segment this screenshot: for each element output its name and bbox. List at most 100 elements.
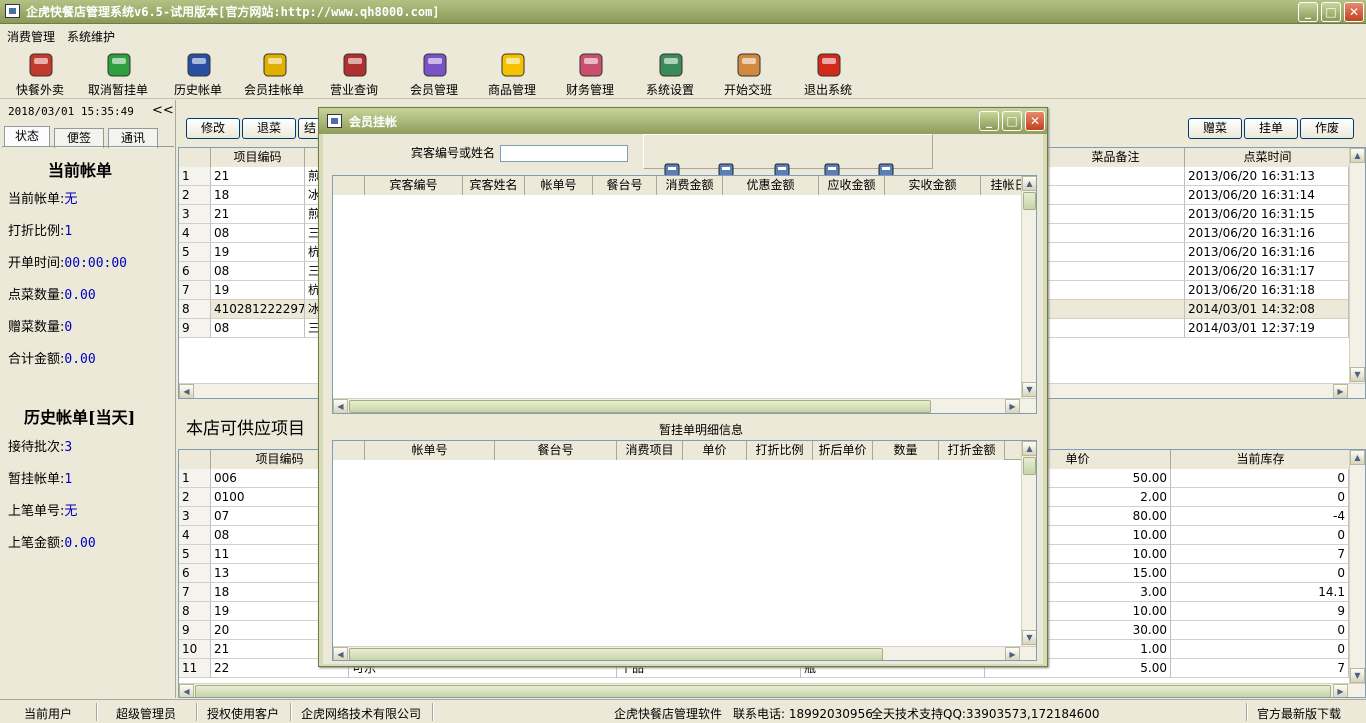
col-grid1_headers-2[interactable]: 帐单号 <box>525 176 593 195</box>
detail-grid-hscroll[interactable]: ◀ ▶ <box>333 646 1036 660</box>
status-download-link[interactable]: 官方最新版下载 <box>1257 705 1341 722</box>
col-grid2_headers-6[interactable]: 数量 <box>873 441 939 460</box>
toolbar-button-2[interactable]: 历史帐单 <box>160 49 236 97</box>
order-row-time[interactable]: 2014/03/01 12:37:19 <box>1185 319 1349 338</box>
order-row-time[interactable]: 2013/06/20 16:31:13 <box>1185 167 1349 186</box>
collapse-button[interactable]: << <box>152 103 174 118</box>
col-grid2_headers-7[interactable]: 打折金额 <box>939 441 1005 460</box>
guest-search-input[interactable] <box>500 145 628 162</box>
order-row-code[interactable]: 21 <box>211 167 305 186</box>
order-row-note[interactable] <box>1047 243 1185 262</box>
order-row-code[interactable]: 18 <box>211 186 305 205</box>
order-row-code[interactable]: 08 <box>211 224 305 243</box>
toolbar-button-4[interactable]: 营业查询 <box>316 49 392 97</box>
minimize-button[interactable]: _ <box>1298 2 1318 22</box>
col-dish-note[interactable]: 菜品备注 <box>1047 148 1185 167</box>
order-row-note[interactable] <box>1047 224 1185 243</box>
toolbar-button-9[interactable]: 开始交班 <box>710 49 786 97</box>
order-row-note[interactable] <box>1047 167 1185 186</box>
col-item-code[interactable]: 项目编码 <box>211 148 305 167</box>
order-row-code[interactable]: 21 <box>211 205 305 224</box>
tab-messages[interactable]: 通讯 <box>108 128 158 148</box>
order-row-note[interactable] <box>1047 262 1185 281</box>
order-vscroll[interactable]: ▲ ▼ <box>1349 148 1365 384</box>
gift-dish-button[interactable]: 赠菜 <box>1188 118 1242 139</box>
supply-row-stock[interactable]: 0 <box>1171 488 1349 507</box>
toolbar-button-7[interactable]: 财务管理 <box>552 49 628 97</box>
order-row-code[interactable]: 19 <box>211 281 305 300</box>
order-row-time[interactable]: 2013/06/20 16:31:16 <box>1185 224 1349 243</box>
dialog-minimize-button[interactable]: _ <box>979 111 999 131</box>
col-grid1_headers-7[interactable]: 实收金额 <box>885 176 981 195</box>
maximize-button[interactable]: □ <box>1321 2 1341 22</box>
member-credit-dialog: 会员挂帐 _ □ ✕ 宾客编号或姓名 查询单个结帐批量结帐导出打印 宾客编号宾客… <box>318 107 1048 667</box>
toolbar-button-6[interactable]: 商品管理 <box>474 49 550 97</box>
supply-row-stock[interactable]: -4 <box>1171 507 1349 526</box>
col-grid2_headers-5[interactable]: 折后单价 <box>813 441 873 460</box>
supply-row-stock[interactable]: 0 <box>1171 640 1349 659</box>
col-grid1_headers-3[interactable]: 餐台号 <box>593 176 657 195</box>
order-row-time[interactable]: 2014/03/01 14:32:08 <box>1185 300 1349 319</box>
col-stock[interactable]: 当前库存 <box>1171 450 1351 469</box>
supply-row-stock[interactable]: 14.1 <box>1171 583 1349 602</box>
close-button[interactable]: ✕ <box>1344 2 1364 22</box>
order-row-code[interactable]: 19 <box>211 243 305 262</box>
dialog-maximize-button[interactable]: □ <box>1002 111 1022 131</box>
credit-grid-hscroll[interactable]: ◀ ▶ <box>333 398 1036 413</box>
void-button[interactable]: 作废 <box>1300 118 1354 139</box>
col-grid1_headers-4[interactable]: 消费金额 <box>657 176 723 195</box>
supply-row-stock[interactable]: 9 <box>1171 602 1349 621</box>
supply-row-stock[interactable]: 0 <box>1171 469 1349 488</box>
order-row-code[interactable]: 08 <box>211 262 305 281</box>
supply-vscroll[interactable]: ▲ ▼ <box>1349 450 1365 685</box>
order-row-note[interactable] <box>1047 281 1185 300</box>
tab-status[interactable]: 状态 <box>4 126 50 146</box>
toolbar-button-5[interactable]: 会员管理 <box>396 49 472 97</box>
order-row-time[interactable]: 2013/06/20 16:31:14 <box>1185 186 1349 205</box>
current-bill-title: 当前帐单 <box>48 161 113 180</box>
dialog-close-button[interactable]: ✕ <box>1025 111 1045 131</box>
supply-row-stock[interactable]: 7 <box>1171 659 1349 678</box>
current-label: 开单时间: <box>8 256 65 271</box>
toolbar-button-0[interactable]: 快餐外卖 <box>2 49 78 97</box>
order-row-time[interactable]: 2013/06/20 16:31:18 <box>1185 281 1349 300</box>
hold-bill-button[interactable]: 挂单 <box>1244 118 1298 139</box>
member-bill-icon <box>261 51 289 79</box>
toolbar-button-3[interactable]: 会员挂帐单 <box>236 49 312 97</box>
order-row-time[interactable]: 2013/06/20 16:31:16 <box>1185 243 1349 262</box>
credit-grid-vscroll[interactable]: ▲ ▼ <box>1021 176 1036 398</box>
supply-row-stock[interactable]: 7 <box>1171 545 1349 564</box>
col-grid2_headers-2[interactable]: 消费项目 <box>617 441 683 460</box>
supply-hscroll[interactable]: ◀ ▶ <box>179 683 1365 697</box>
order-row-note[interactable] <box>1047 186 1185 205</box>
col-grid2_headers-1[interactable]: 餐台号 <box>495 441 617 460</box>
order-row-time[interactable]: 2013/06/20 16:31:17 <box>1185 262 1349 281</box>
menu-system[interactable]: 系统维护 <box>67 28 115 45</box>
status-qq: 全天技术支持QQ:33903573,172184600 <box>871 707 1100 721</box>
supply-row-stock[interactable]: 0 <box>1171 564 1349 583</box>
order-row-time[interactable]: 2013/06/20 16:31:15 <box>1185 205 1349 224</box>
tab-notes[interactable]: 便签 <box>54 128 104 148</box>
menu-consume[interactable]: 消费管理 <box>7 28 55 45</box>
col-grid2_headers-0[interactable]: 帐单号 <box>365 441 495 460</box>
supply-row-stock[interactable]: 0 <box>1171 621 1349 640</box>
return-dish-button[interactable]: 退菜 <box>242 118 296 139</box>
col-grid1_headers-0[interactable]: 宾客编号 <box>365 176 463 195</box>
col-grid2_headers-4[interactable]: 打折比例 <box>747 441 813 460</box>
order-row-note[interactable] <box>1047 205 1185 224</box>
toolbar-button-8[interactable]: 系统设置 <box>632 49 708 97</box>
order-row-note[interactable] <box>1047 319 1185 338</box>
order-row-note[interactable] <box>1047 300 1185 319</box>
modify-button[interactable]: 修改 <box>186 118 240 139</box>
col-grid1_headers-5[interactable]: 优惠金额 <box>723 176 819 195</box>
col-grid2_headers-3[interactable]: 单价 <box>683 441 747 460</box>
toolbar-button-1[interactable]: 取消暂挂单 <box>80 49 156 97</box>
supply-row-stock[interactable]: 0 <box>1171 526 1349 545</box>
detail-grid-vscroll[interactable]: ▲ ▼ <box>1021 441 1036 646</box>
toolbar-button-10[interactable]: 退出系统 <box>790 49 866 97</box>
col-grid1_headers-6[interactable]: 应收金额 <box>819 176 885 195</box>
order-row-code[interactable]: 4102812222975 <box>211 300 305 319</box>
col-grid1_headers-1[interactable]: 宾客姓名 <box>463 176 525 195</box>
order-row-code[interactable]: 08 <box>211 319 305 338</box>
col-order-time[interactable]: 点菜时间 <box>1185 148 1351 167</box>
